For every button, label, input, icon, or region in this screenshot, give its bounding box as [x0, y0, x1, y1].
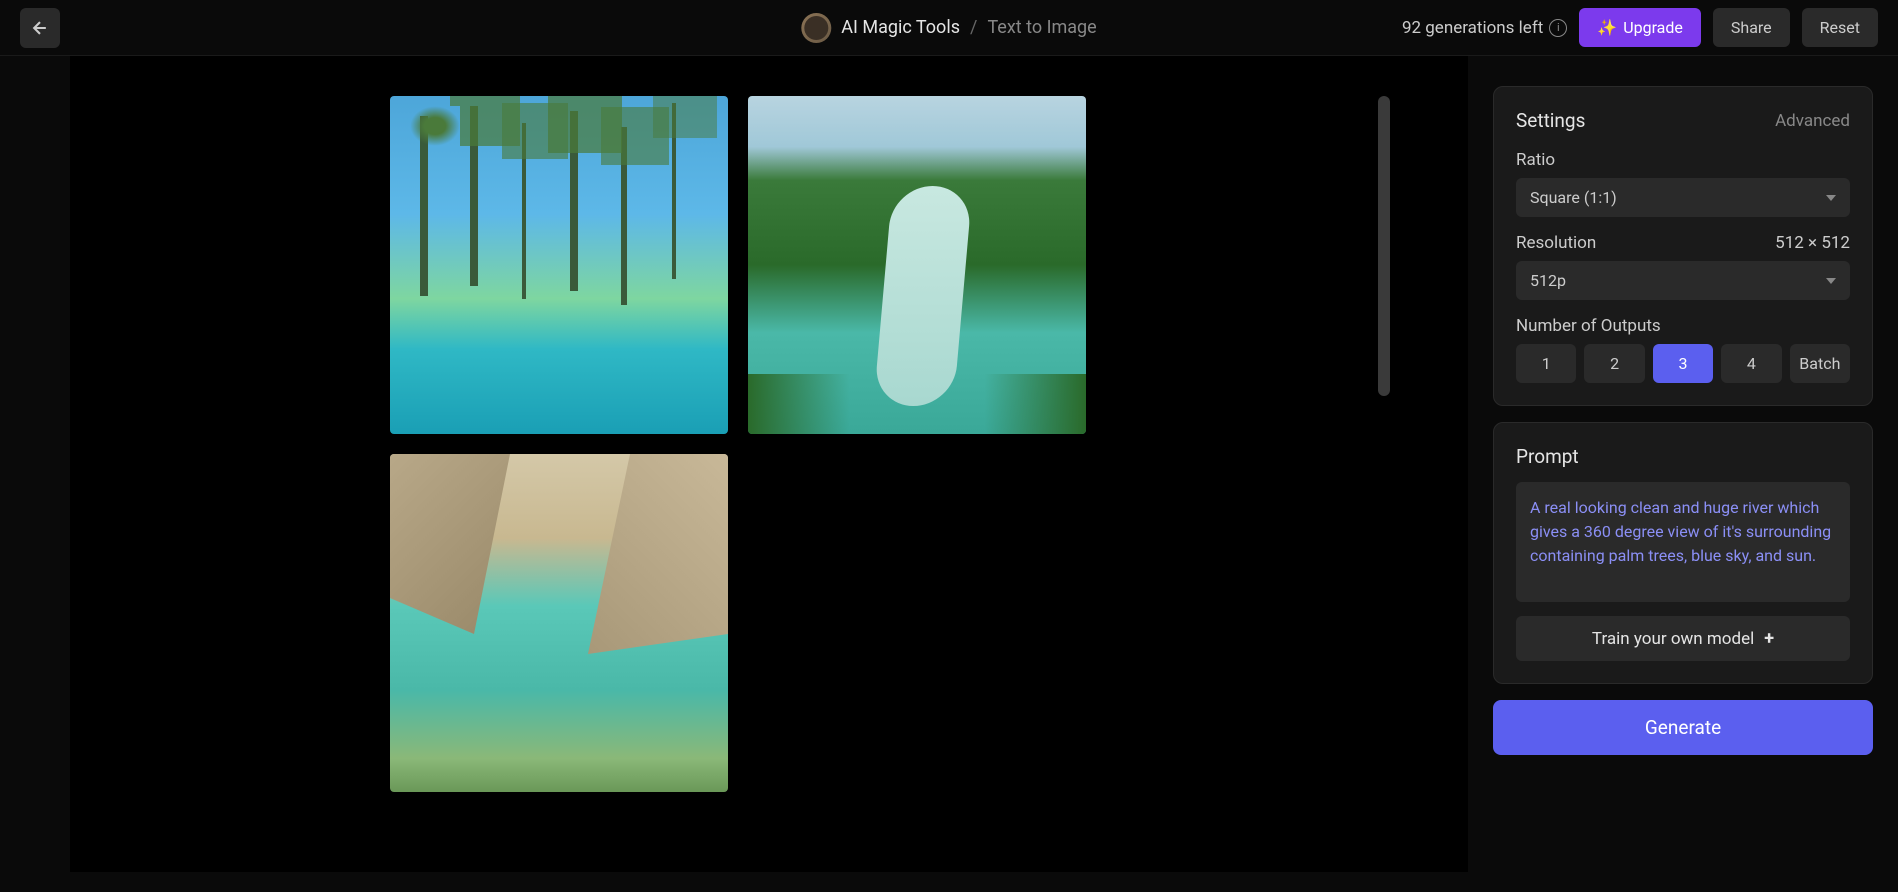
- upgrade-button[interactable]: ✨ Upgrade: [1579, 8, 1701, 47]
- prompt-panel: Prompt A real looking clean and huge riv…: [1493, 422, 1873, 684]
- resolution-select-value: 512p: [1530, 271, 1566, 290]
- image-grid: [390, 96, 1398, 792]
- output-option-batch[interactable]: Batch: [1790, 344, 1850, 383]
- output-option-4[interactable]: 4: [1721, 344, 1781, 383]
- scrollbar[interactable]: [1378, 96, 1390, 396]
- main-content: Settings Advanced Ratio Square (1:1) Res…: [0, 56, 1898, 892]
- arrow-left-icon: [30, 18, 50, 38]
- avatar: [801, 13, 831, 43]
- breadcrumb-sub: Text to Image: [987, 17, 1096, 38]
- breadcrumb-separator: /: [970, 17, 977, 38]
- prompt-title: Prompt: [1516, 445, 1850, 468]
- canvas-area: [70, 56, 1468, 872]
- canvas-inner: [140, 76, 1398, 816]
- chevron-down-icon: [1826, 195, 1836, 201]
- settings-panel: Settings Advanced Ratio Square (1:1) Res…: [1493, 86, 1873, 406]
- settings-header: Settings Advanced: [1516, 109, 1850, 132]
- info-icon[interactable]: i: [1549, 19, 1567, 37]
- reset-button[interactable]: Reset: [1802, 8, 1878, 47]
- output-option-2[interactable]: 2: [1584, 344, 1644, 383]
- outputs-label: Number of Outputs: [1516, 316, 1850, 336]
- breadcrumb-main[interactable]: AI Magic Tools: [841, 17, 960, 38]
- upgrade-label: Upgrade: [1623, 18, 1683, 37]
- train-model-button[interactable]: Train your own model +: [1516, 616, 1850, 661]
- prompt-textarea[interactable]: A real looking clean and huge river whic…: [1516, 482, 1850, 602]
- generations-left-text: 92 generations left: [1402, 18, 1543, 38]
- breadcrumb: AI Magic Tools / Text to Image: [801, 13, 1096, 43]
- header-actions: 92 generations left i ✨ Upgrade Share Re…: [1402, 8, 1878, 47]
- ratio-value: Square (1:1): [1530, 188, 1617, 207]
- resolution-row: Resolution 512 × 512: [1516, 233, 1850, 253]
- plus-icon: +: [1764, 628, 1774, 649]
- generate-button[interactable]: Generate: [1493, 700, 1873, 755]
- sparkle-icon: ✨: [1597, 18, 1617, 37]
- output-option-1[interactable]: 1: [1516, 344, 1576, 383]
- advanced-link[interactable]: Advanced: [1775, 111, 1850, 131]
- output-option-3[interactable]: 3: [1653, 344, 1713, 383]
- settings-title: Settings: [1516, 109, 1585, 132]
- chevron-down-icon: [1826, 278, 1836, 284]
- generated-image-1[interactable]: [390, 96, 728, 434]
- generations-left: 92 generations left i: [1402, 18, 1567, 38]
- outputs-row: 1 2 3 4 Batch: [1516, 344, 1850, 383]
- resolution-select[interactable]: 512p: [1516, 261, 1850, 300]
- settings-sidebar: Settings Advanced Ratio Square (1:1) Res…: [1468, 56, 1898, 892]
- ratio-select[interactable]: Square (1:1): [1516, 178, 1850, 217]
- generated-image-3[interactable]: [390, 454, 728, 792]
- app-header: AI Magic Tools / Text to Image 92 genera…: [0, 0, 1898, 56]
- generated-image-2[interactable]: [748, 96, 1086, 434]
- resolution-value: 512 × 512: [1775, 233, 1850, 253]
- ratio-label: Ratio: [1516, 150, 1850, 170]
- back-button[interactable]: [20, 8, 60, 48]
- share-button[interactable]: Share: [1713, 8, 1790, 47]
- train-label: Train your own model: [1592, 629, 1754, 649]
- resolution-label: Resolution: [1516, 233, 1596, 253]
